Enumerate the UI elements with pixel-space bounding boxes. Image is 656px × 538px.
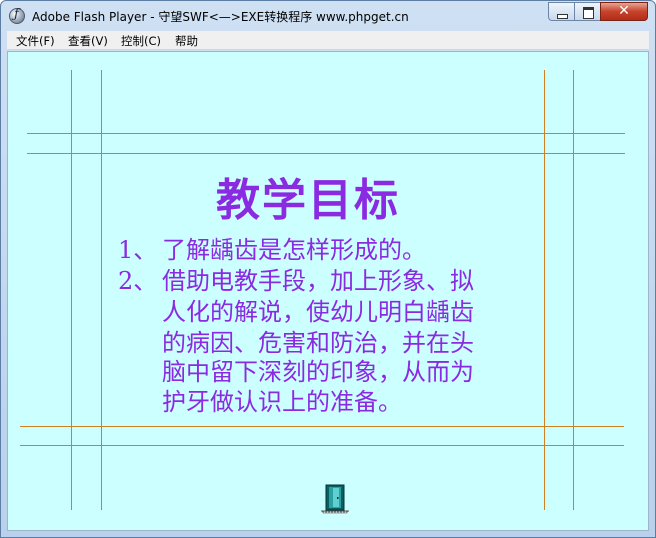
minimize-button[interactable]	[548, 2, 575, 21]
menu-file[interactable]: 文件(F)	[16, 33, 55, 49]
goal-number: 2、	[118, 267, 158, 295]
goal-text-line: 人化的解说，使幼儿明白龋齿	[162, 298, 474, 326]
goal-text: 了解龋齿是怎样形成的。	[162, 236, 426, 264]
goal-text-line: 脑中留下深刻的印象，从而为	[162, 358, 474, 386]
frame-line-left-inner	[101, 70, 102, 510]
door-icon[interactable]	[320, 483, 350, 515]
flash-player-icon[interactable]	[9, 7, 25, 24]
menu-view[interactable]: 查看(V)	[68, 33, 108, 49]
goal-item-2: 2、 借助电教手段，加上形象、拟	[118, 266, 474, 297]
maximize-button[interactable]	[574, 2, 601, 21]
frame-line-top-inner	[27, 153, 625, 154]
frame-line-right-outer	[573, 70, 574, 510]
window-title: Adobe Flash Player - 守望SWF<—>EXE转换程序 www…	[32, 10, 409, 24]
app-window: Adobe Flash Player - 守望SWF<—>EXE转换程序 www…	[0, 0, 656, 538]
title-bar[interactable]: Adobe Flash Player - 守望SWF<—>EXE转换程序 www…	[1, 1, 655, 31]
close-button[interactable]: ✕	[600, 2, 648, 21]
frame-line-left-outer	[71, 70, 72, 510]
goal-text-line: 护牙做认识上的准备。	[162, 388, 402, 416]
page-title: 教学目标	[216, 175, 400, 226]
flash-stage[interactable]: 教学目标 1、 了解龋齿是怎样形成的。 2、 借助电教手段，加上形象、拟 人化的解说…	[7, 51, 649, 531]
goal-number: 1、	[118, 236, 158, 264]
goal-text: 借助电教手段，加上形象、拟	[162, 267, 474, 295]
goal-item-1: 1、 了解龋齿是怎样形成的。	[118, 235, 426, 266]
goal-text-line: 的病因、危害和防治，并在头	[162, 329, 474, 357]
frame-line-bottom-inner	[20, 426, 624, 427]
menu-control[interactable]: 控制(C)	[121, 33, 161, 49]
close-icon: ✕	[618, 3, 630, 19]
frame-line-bottom-outer	[20, 445, 624, 446]
frame-line-right-inner	[544, 70, 545, 510]
menu-bar: 文件(F) 查看(V) 控制(C) 帮助	[7, 31, 649, 50]
menu-help[interactable]: 帮助	[175, 33, 198, 49]
frame-line-top-outer	[27, 133, 625, 134]
